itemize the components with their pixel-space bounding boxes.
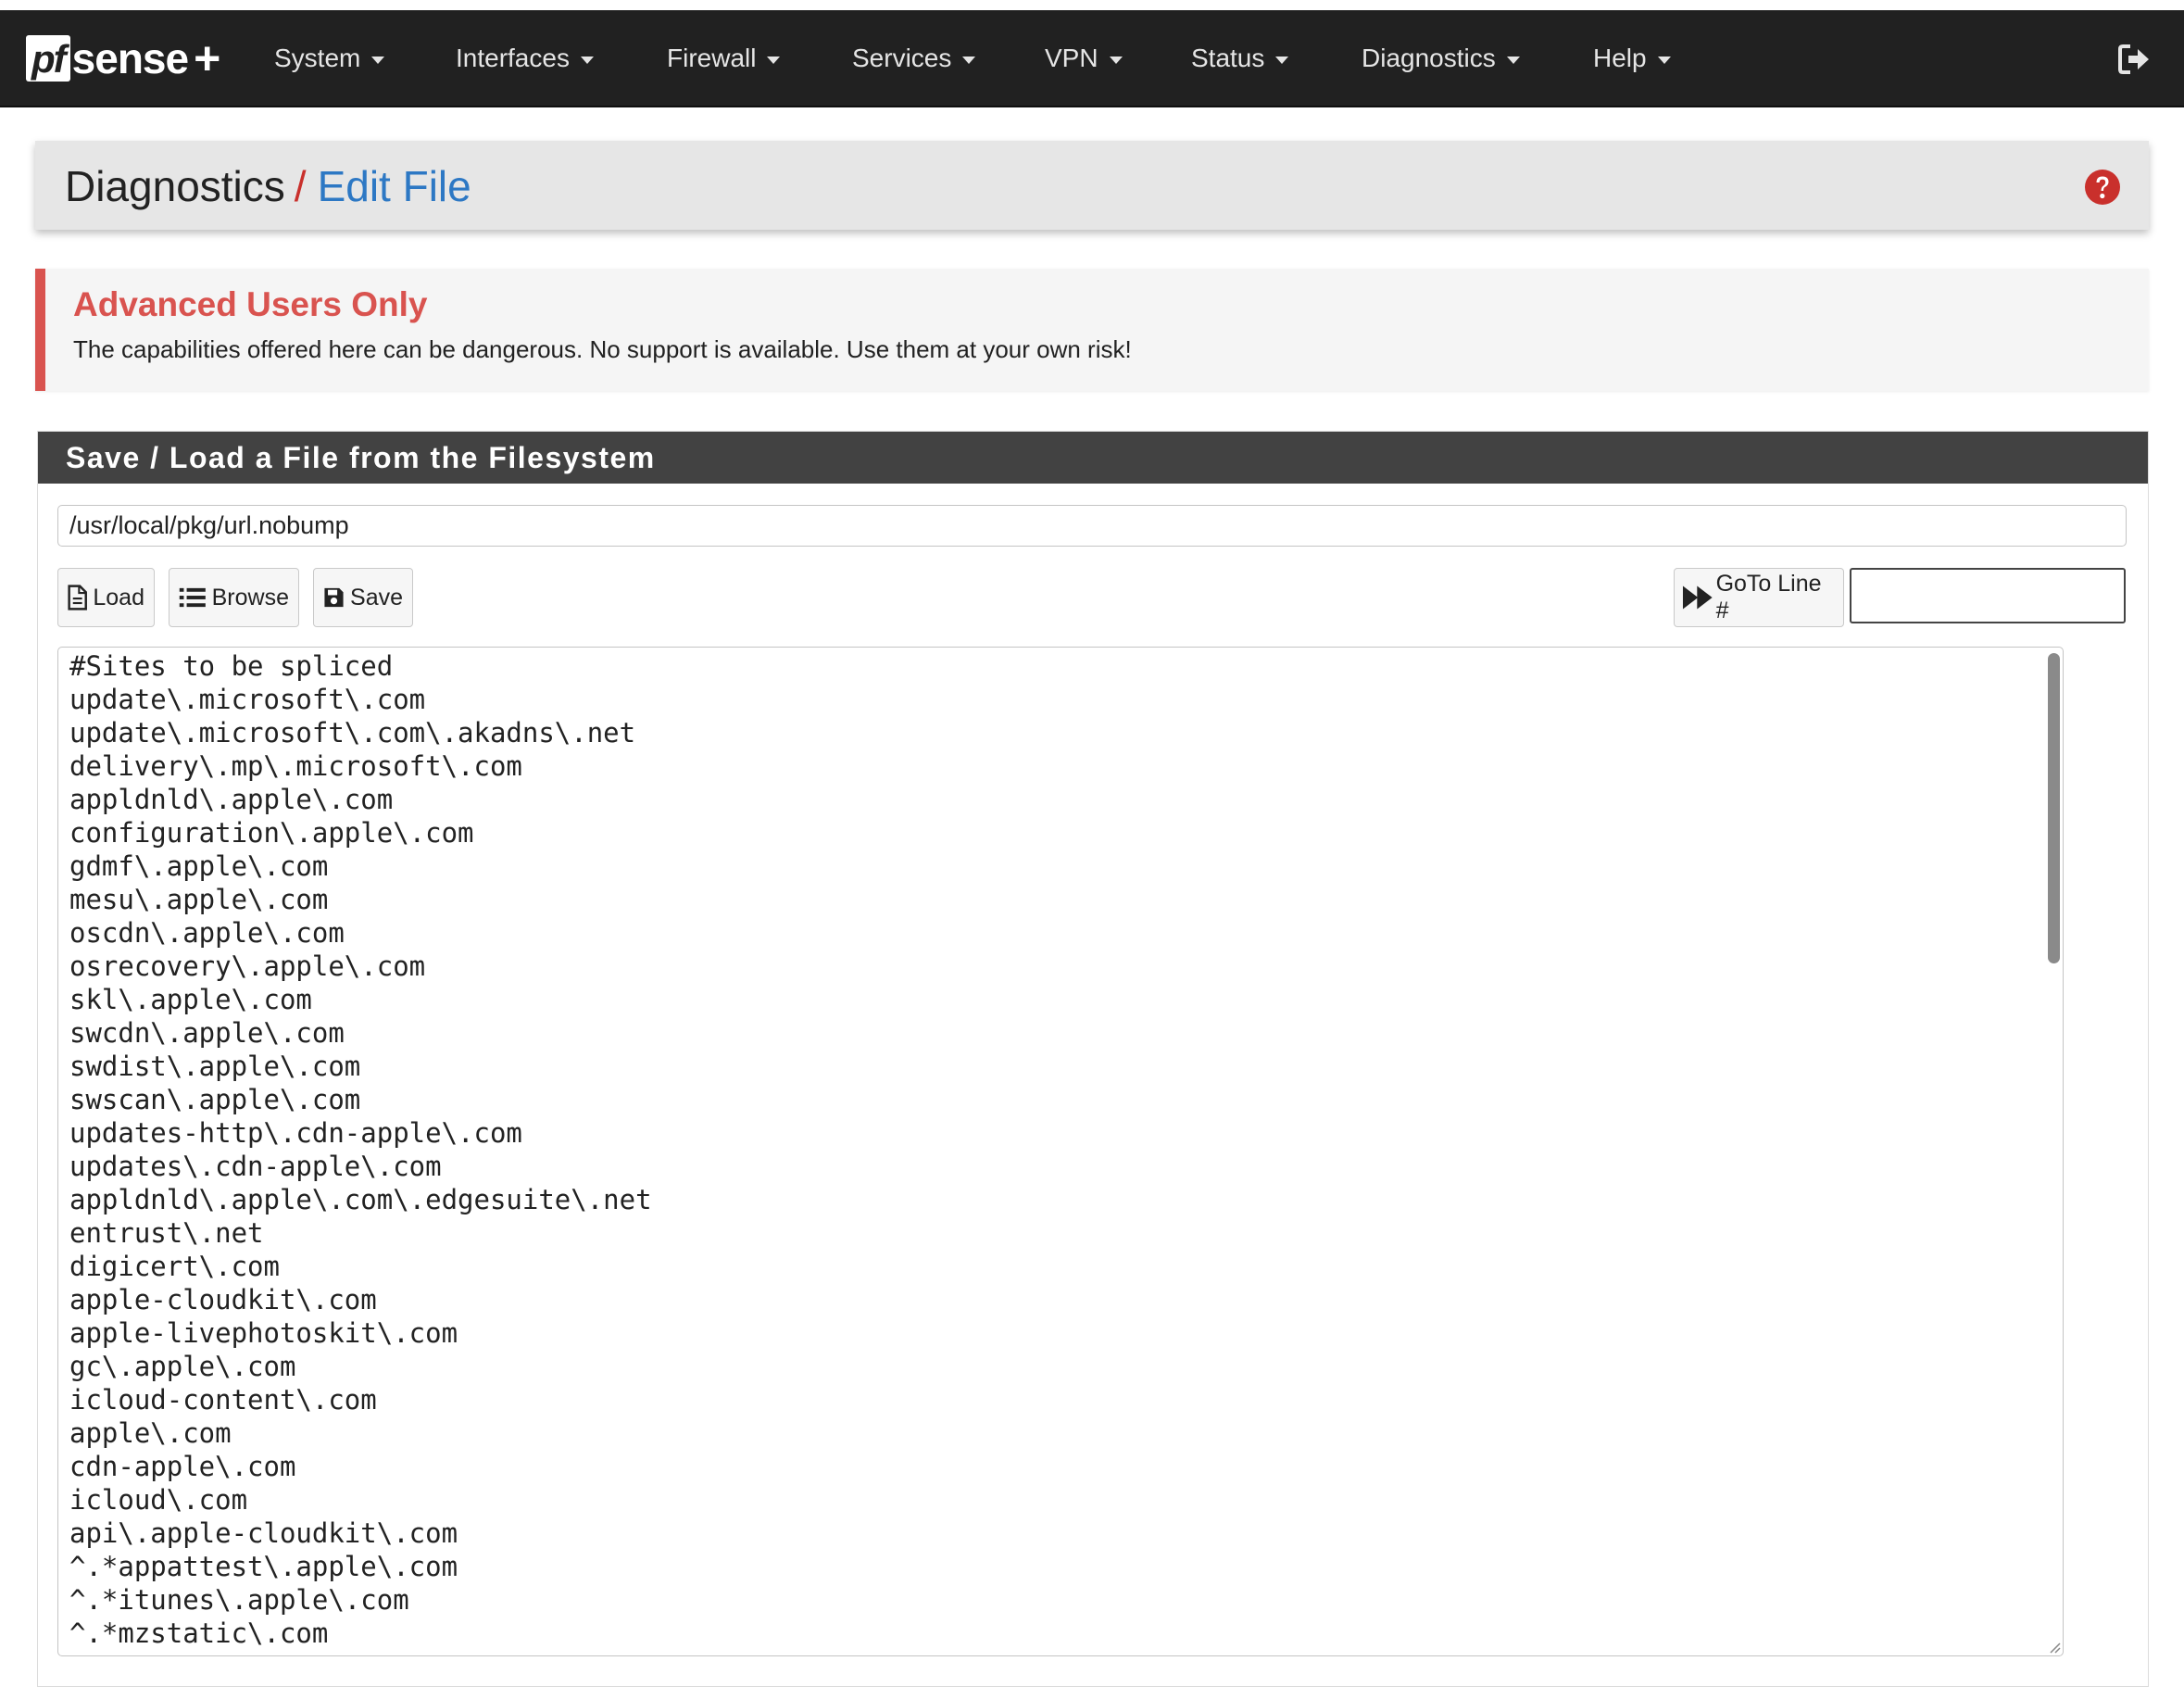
editor-scrollbar[interactable] — [2048, 653, 2060, 963]
nav-firewall-label: Firewall — [667, 44, 757, 72]
file-content-text[interactable]: #Sites to be spliced update\.microsoft\.… — [58, 648, 2063, 1650]
load-button[interactable]: Load — [57, 568, 155, 627]
file-content-editor[interactable]: #Sites to be spliced update\.microsoft\.… — [57, 647, 2064, 1656]
goto-line-button-label: GoTo Line # — [1715, 571, 1822, 623]
page-title: Diagnostics / Edit File — [65, 161, 471, 211]
save-button-label: Save — [350, 584, 403, 610]
breadcrumb: Diagnostics / Edit File — [35, 141, 2149, 230]
top-strip — [0, 0, 2184, 10]
goto-line-button[interactable]: GoTo Line # — [1674, 568, 1844, 627]
navbar: pf sense + System Interfaces Firewall Se… — [0, 10, 2184, 107]
caret-down-icon — [371, 56, 385, 64]
list-icon — [179, 587, 206, 608]
caret-down-icon — [1657, 56, 1671, 64]
help-icon[interactable] — [2084, 169, 2121, 206]
file-icon — [68, 585, 87, 610]
nav-services-label: Services — [852, 44, 952, 72]
browse-button[interactable]: Browse — [169, 568, 299, 627]
nav-interfaces-label: Interfaces — [456, 44, 570, 72]
breadcrumb-current-page[interactable]: Edit File — [318, 162, 471, 210]
nav-system-label: System — [274, 44, 361, 72]
nav-status-label: Status — [1191, 44, 1265, 72]
nav-status[interactable]: Status — [1191, 10, 1289, 106]
nav-vpn-label: VPN — [1045, 44, 1098, 72]
goto-line-input[interactable] — [1850, 568, 2126, 623]
file-panel: Save / Load a File from the Filesystem L… — [37, 431, 2149, 1687]
browse-button-label: Browse — [211, 584, 289, 610]
nav-diagnostics[interactable]: Diagnostics — [1362, 10, 1520, 106]
file-path-input[interactable] — [57, 505, 2127, 547]
breadcrumb-section: Diagnostics — [65, 162, 285, 210]
caret-down-icon — [962, 56, 976, 64]
nav-firewall[interactable]: Firewall — [667, 10, 781, 106]
nav-vpn[interactable]: VPN — [1045, 10, 1123, 106]
alert-message: The capabilities offered here can be dan… — [73, 335, 1132, 363]
resize-grip-icon[interactable] — [2046, 1639, 2061, 1654]
logo-pf: pf — [26, 35, 70, 82]
caret-down-icon — [767, 56, 781, 64]
save-button[interactable]: Save — [313, 568, 413, 627]
panel-heading: Save / Load a File from the Filesystem — [38, 432, 2148, 484]
load-button-label: Load — [93, 584, 144, 610]
alert-title: Advanced Users Only — [73, 285, 428, 323]
floppy-icon — [324, 587, 344, 608]
caret-down-icon — [1275, 56, 1289, 64]
caret-down-icon — [1109, 56, 1123, 64]
pfsense-logo[interactable]: pf sense + — [26, 31, 220, 86]
breadcrumb-separator: / — [294, 162, 307, 210]
nav-services[interactable]: Services — [852, 10, 976, 106]
nav-help[interactable]: Help — [1593, 10, 1671, 106]
caret-down-icon — [1506, 56, 1520, 64]
fast-forward-icon — [1682, 585, 1713, 610]
nav-help-label: Help — [1593, 44, 1647, 72]
logo-plus: + — [194, 32, 221, 84]
nav-system[interactable]: System — [274, 10, 385, 106]
advanced-users-alert: Advanced Users Only The capabilities off… — [35, 269, 2149, 391]
nav-diagnostics-label: Diagnostics — [1362, 44, 1496, 72]
logo-sense: sense — [71, 34, 189, 82]
caret-down-icon — [580, 56, 594, 64]
logout-icon[interactable] — [2115, 41, 2153, 78]
nav-interfaces[interactable]: Interfaces — [456, 10, 594, 106]
